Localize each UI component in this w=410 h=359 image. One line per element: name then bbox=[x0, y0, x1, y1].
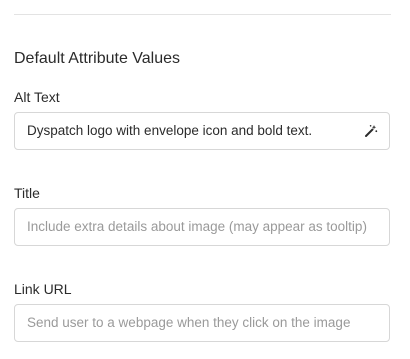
link-url-placeholder: Send user to a webpage when they click o… bbox=[27, 315, 351, 330]
alt-text-label: Alt Text bbox=[14, 89, 60, 105]
alt-text-field[interactable]: Dyspatch logo with envelope icon and bol… bbox=[14, 112, 390, 150]
title-placeholder: Include extra details about image (may a… bbox=[27, 219, 367, 234]
section-title: Default Attribute Values bbox=[14, 50, 181, 67]
title-label: Title bbox=[14, 185, 40, 201]
link-url-field[interactable]: Send user to a webpage when they click o… bbox=[14, 304, 390, 342]
link-url-label: Link URL bbox=[14, 281, 72, 297]
top-divider bbox=[14, 14, 391, 15]
title-field[interactable]: Include extra details about image (may a… bbox=[14, 208, 390, 246]
alt-text-value: Dyspatch logo with envelope icon and bol… bbox=[27, 123, 313, 138]
magic-wand-icon[interactable] bbox=[364, 124, 378, 138]
